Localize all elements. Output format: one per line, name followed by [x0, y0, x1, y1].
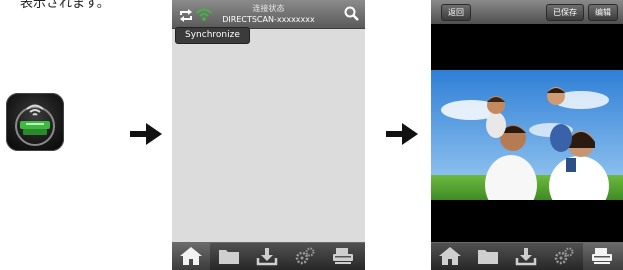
scanned-photo	[431, 70, 623, 200]
download-icon	[256, 248, 278, 266]
tab-bar	[172, 242, 365, 270]
tab-folder[interactable]	[210, 243, 248, 270]
home-icon	[180, 247, 202, 265]
tab-settings[interactable]	[545, 243, 583, 270]
connection-status-title: 连接状态	[252, 4, 285, 13]
edit-button[interactable]: 编辑	[588, 4, 618, 21]
settings-gears-icon	[554, 247, 574, 265]
phone-screen-photo-view: 返回 已保存 编辑	[431, 0, 623, 270]
saved-button[interactable]: 已保存	[546, 4, 584, 21]
tab-home[interactable]	[431, 243, 469, 270]
tab-scanner[interactable]	[324, 243, 362, 270]
search-icon[interactable]	[344, 6, 359, 25]
tab-home[interactable]	[172, 243, 210, 270]
tab-download[interactable]	[248, 243, 286, 270]
back-button[interactable]: 返回	[441, 4, 471, 21]
device-name: DIRECTSCAN-xxxxxxxx	[222, 15, 315, 24]
top-bar: 返回 已保存 编辑	[431, 0, 623, 24]
top-bar: 连接状态 DIRECTSCAN-xxxxxxxx	[172, 0, 365, 29]
phone-screen-main: 连接状态 DIRECTSCAN-xxxxxxxx Synchronize	[172, 0, 365, 270]
tab-settings[interactable]	[286, 243, 324, 270]
tab-folder[interactable]	[469, 243, 507, 270]
app-icon[interactable]	[6, 93, 64, 151]
folder-icon	[478, 250, 498, 264]
tab-download[interactable]	[507, 243, 545, 270]
caption-text: 表示されます。	[20, 0, 110, 11]
download-icon	[515, 248, 537, 266]
scanner-icon	[592, 248, 612, 264]
settings-gears-icon	[295, 247, 315, 265]
synchronize-tooltip[interactable]: Synchronize	[175, 27, 250, 44]
arrow-right-icon	[130, 123, 162, 145]
arrow-right-icon	[386, 123, 418, 145]
folder-icon	[219, 250, 239, 264]
scanner-icon	[333, 248, 353, 264]
home-icon	[439, 247, 461, 265]
tab-bar	[431, 242, 623, 270]
tab-scanner[interactable]	[583, 243, 623, 270]
